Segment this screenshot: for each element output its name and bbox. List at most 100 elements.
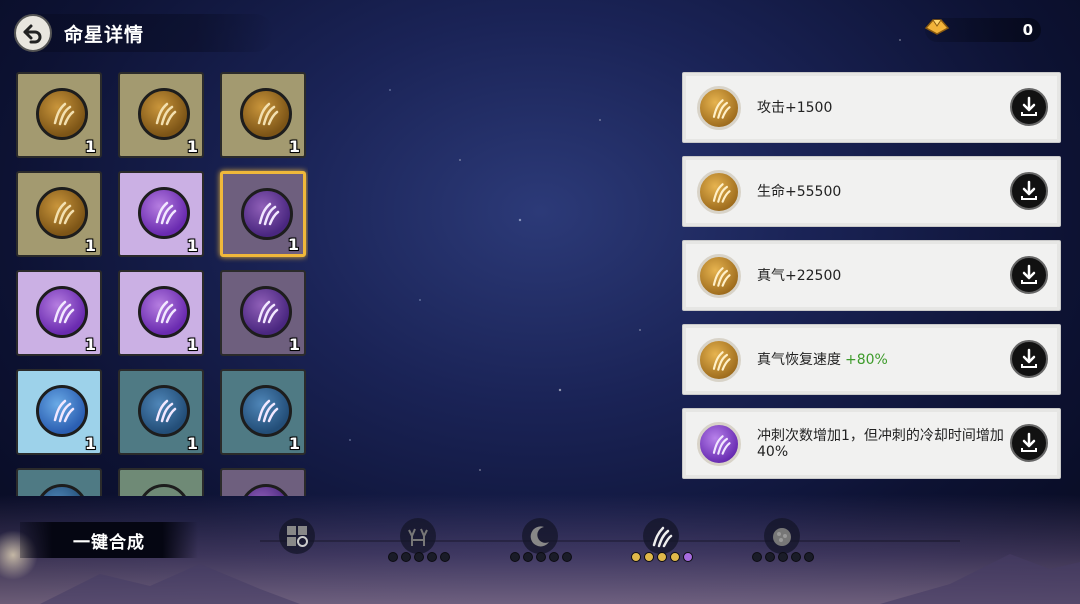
progress-dot: [414, 552, 424, 562]
star-item-slot[interactable]: 1: [220, 72, 306, 158]
one-click-synthesize-button[interactable]: 一键合成: [20, 522, 198, 558]
header-bar: 命星详情: [14, 14, 274, 52]
progress-dot: [670, 552, 680, 562]
progress-dot: [427, 552, 437, 562]
progress-dot: [549, 552, 559, 562]
claw-icon: [652, 526, 673, 548]
unequip-button[interactable]: [1010, 256, 1048, 294]
back-button[interactable]: [14, 14, 52, 52]
attribute-text: 真气+22500: [757, 241, 1007, 310]
claw-orb-icon: [36, 484, 88, 496]
claw-orb-icon: [36, 88, 88, 140]
download-icon: [1021, 180, 1037, 200]
item-count: 1: [186, 434, 198, 453]
unequip-button[interactable]: [1010, 172, 1048, 210]
star-item-slot[interactable]: 1: [118, 72, 204, 158]
attribute-label: 冲刺次数增加1，但冲刺的冷却时间增加40%: [757, 427, 1004, 460]
star-item-slot[interactable]: [118, 468, 204, 496]
progress-dot: [631, 552, 641, 562]
tab-track: [260, 540, 960, 542]
claw-orb-icon: [138, 88, 190, 140]
claw-orb-icon: [138, 385, 190, 437]
star-item-slot[interactable]: 1: [118, 270, 204, 356]
attribute-label: 攻击+1500: [757, 99, 833, 116]
item-count: 1: [84, 434, 96, 453]
star-item-slot[interactable]: 1: [16, 270, 102, 356]
attribute-row: 攻击+1500: [682, 72, 1061, 143]
claw-orb-icon: [138, 286, 190, 338]
attribute-text: 攻击+1500: [757, 73, 1007, 142]
stone-icon: [773, 528, 791, 546]
progress-dot: [657, 552, 667, 562]
tab-progress-dots: [631, 552, 693, 562]
attribute-text: 冲刺次数增加1，但冲刺的冷却时间增加40%: [757, 409, 1007, 478]
progress-dot: [644, 552, 654, 562]
progress-dot: [791, 552, 801, 562]
progress-dot: [562, 552, 572, 562]
claw-orb-icon: [240, 286, 292, 338]
mountain-right: [880, 554, 1080, 604]
item-count: 1: [288, 434, 300, 453]
claw-orb-icon: [697, 422, 741, 466]
grid-icon: [287, 526, 308, 547]
progress-dot: [440, 552, 450, 562]
star-item-slot[interactable]: [220, 468, 306, 496]
star-item-grid: 1 1 1 1 1 1 1 1 1 1 1 1: [16, 72, 308, 496]
claw-orb-icon: [138, 187, 190, 239]
star-item-slot[interactable]: 1: [16, 171, 102, 257]
attribute-label: 真气恢复速度: [757, 351, 841, 368]
claw-orb-icon: [138, 484, 190, 496]
crescent-icon: [530, 526, 549, 547]
item-count: 1: [84, 335, 96, 354]
progress-dot: [683, 552, 693, 562]
attribute-row: 生命+55500: [682, 156, 1061, 227]
claw-orb-icon: [241, 188, 293, 240]
progress-dot: [510, 552, 520, 562]
claw-orb-icon: [36, 385, 88, 437]
star-item-slot[interactable]: 1: [220, 369, 306, 455]
download-icon: [1021, 264, 1037, 284]
progress-dot: [765, 552, 775, 562]
progress-dot: [778, 552, 788, 562]
antler-icon: [408, 528, 428, 546]
item-count: 1: [288, 335, 300, 354]
tab-progress-dots: [752, 552, 814, 562]
claw-orb-icon: [240, 484, 292, 496]
claw-orb-icon: [697, 170, 741, 214]
star-item-slot[interactable]: 1: [220, 171, 306, 257]
claw-orb-icon: [36, 187, 88, 239]
progress-dot: [523, 552, 533, 562]
progress-dot: [752, 552, 762, 562]
star-item-slot[interactable]: 1: [220, 270, 306, 356]
claw-orb-icon: [36, 286, 88, 338]
currency-display: 0: [924, 18, 1041, 42]
attribute-label: 生命+55500: [757, 183, 842, 200]
back-arrow-icon: [23, 24, 42, 44]
item-count: 1: [287, 235, 299, 254]
star-item-slot[interactable]: 1: [118, 171, 204, 257]
attribute-row: 冲刺次数增加1，但冲刺的冷却时间增加40%: [682, 408, 1061, 479]
attribute-bonus: +80%: [845, 351, 888, 368]
gold-ingot-icon: [924, 19, 950, 35]
claw-orb-icon: [697, 338, 741, 382]
star-item-slot[interactable]: [16, 468, 102, 496]
unequip-button[interactable]: [1010, 424, 1048, 462]
claw-orb-icon: [240, 88, 292, 140]
progress-dot: [536, 552, 546, 562]
star-item-slot[interactable]: 1: [16, 72, 102, 158]
star-item-slot[interactable]: 1: [16, 369, 102, 455]
item-count: 1: [84, 236, 96, 255]
unequip-button[interactable]: [1010, 340, 1048, 378]
download-icon: [1021, 96, 1037, 116]
attribute-text: 生命+55500: [757, 157, 1007, 226]
claw-orb-icon: [240, 385, 292, 437]
category-tab-0[interactable]: [279, 518, 319, 558]
unequip-button[interactable]: [1010, 88, 1048, 126]
tab-progress-dots: [388, 552, 450, 562]
star-item-slot[interactable]: 1: [118, 369, 204, 455]
attribute-label: 真气+22500: [757, 267, 842, 284]
attribute-row: 真气+22500: [682, 240, 1061, 311]
claw-orb-icon: [697, 254, 741, 298]
currency-amount: 0: [1022, 21, 1033, 39]
download-icon: [1021, 432, 1037, 452]
